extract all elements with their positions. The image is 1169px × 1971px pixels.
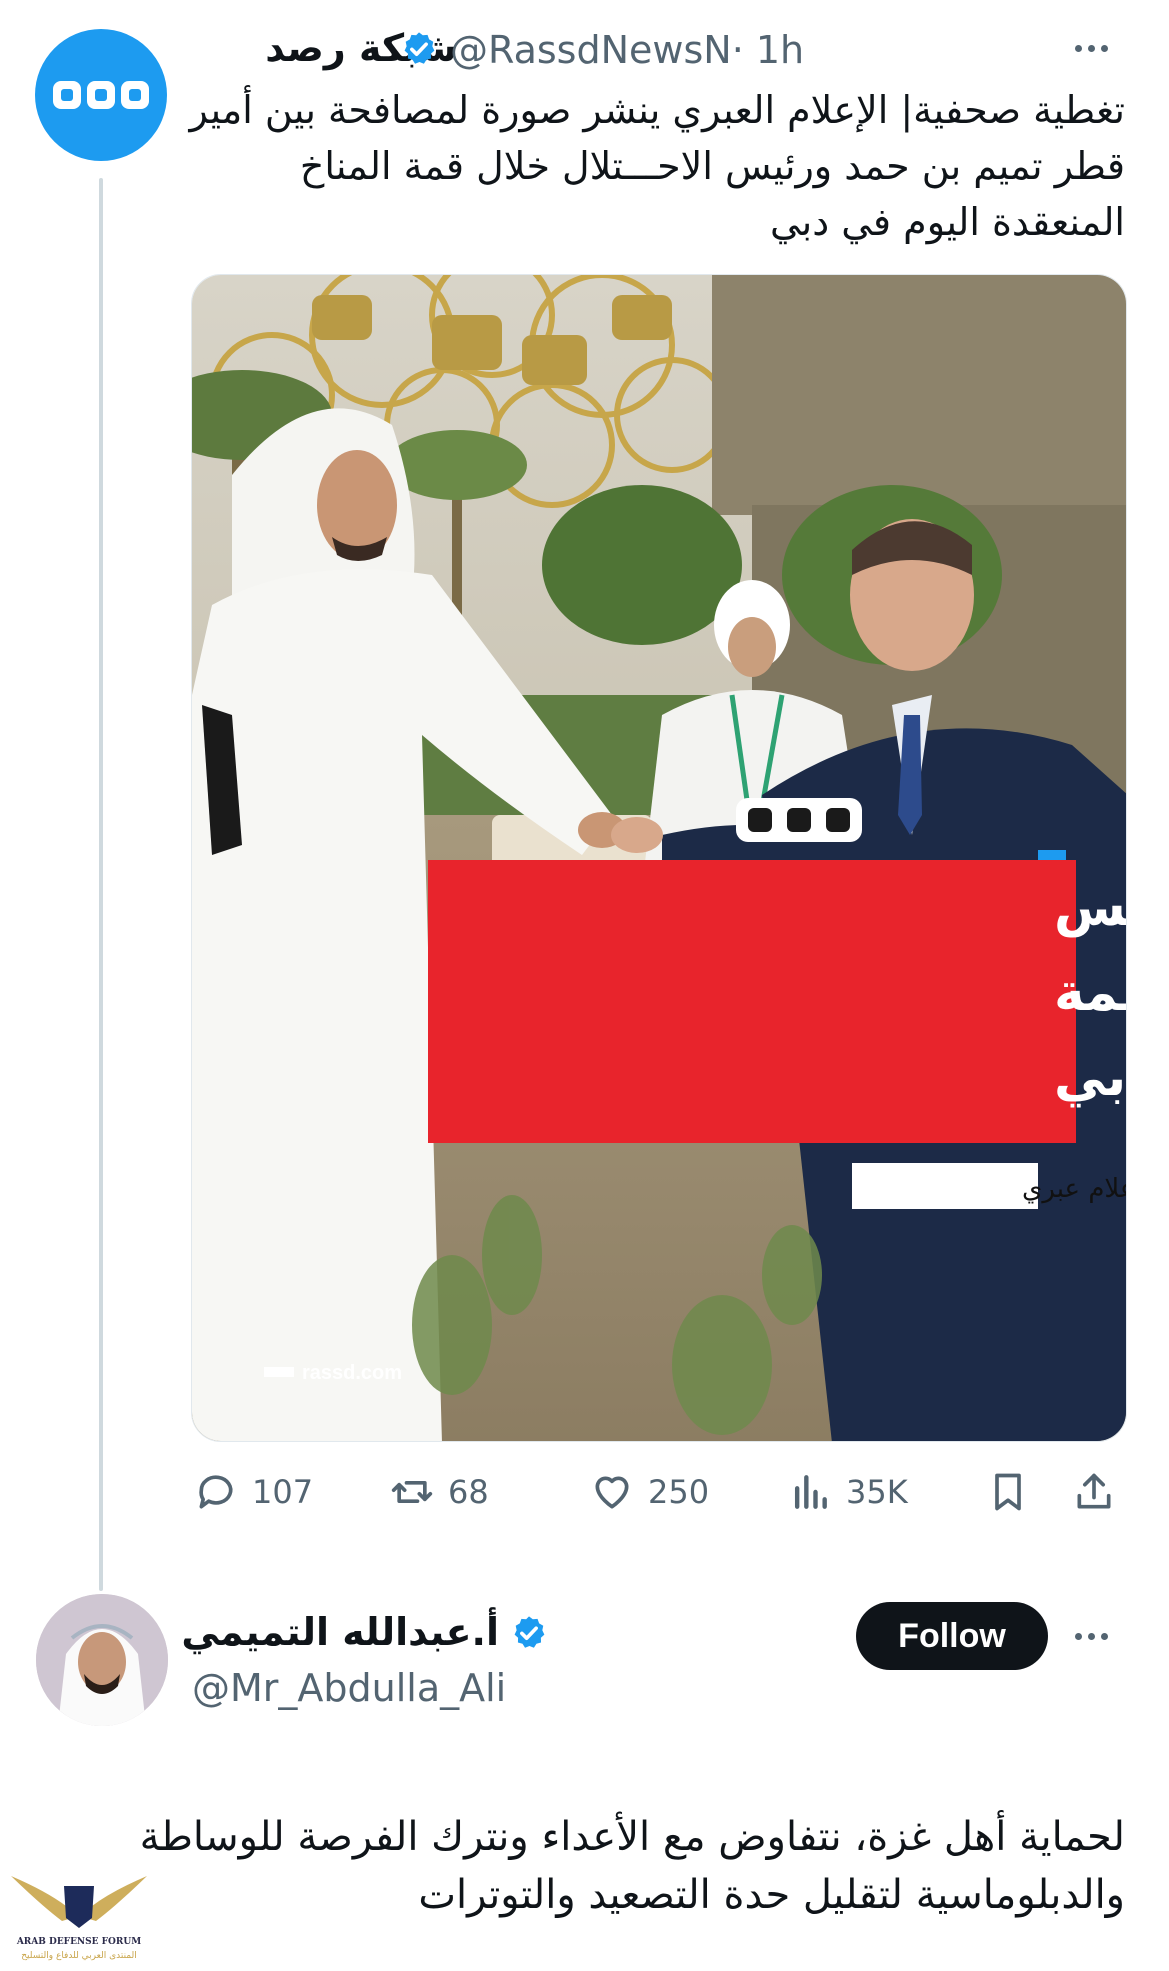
heart-icon xyxy=(595,1476,629,1509)
bookmark-icon xyxy=(995,1473,1021,1511)
like-count: 250 xyxy=(648,1473,710,1511)
tweet-text: تغطية صحفية| الإعلام العبري ينشر صورة لم… xyxy=(189,88,1126,244)
avatar-abdulla[interactable] xyxy=(36,1594,168,1726)
reply-text: لحماية أهل غزة، نتفاوض مع الأعداء ونترك … xyxy=(139,1814,1125,1918)
tweet-action-bar: 107 68 250 35K xyxy=(190,1462,1130,1522)
reply-count: 107 xyxy=(252,1473,314,1511)
headline-banner xyxy=(428,860,1076,1143)
headline-line-3: المناخ في دبي xyxy=(1054,1048,1127,1108)
repost-icon xyxy=(391,1481,433,1503)
rassd-logo-icon xyxy=(53,81,149,109)
tweet-time: · 1h xyxy=(731,28,805,72)
handle-text: @RassdNewsN xyxy=(450,28,732,72)
source-tag: إعلام عبري xyxy=(1022,1174,1127,1204)
building-wall xyxy=(712,275,1126,515)
follow-button[interactable]: Follow xyxy=(856,1602,1048,1670)
verified-badge-icon-reply xyxy=(514,1616,545,1648)
repost-count: 68 xyxy=(448,1473,489,1511)
like-button[interactable]: 250 xyxy=(590,1462,709,1522)
views-chart-icon xyxy=(794,1475,827,1509)
headline-line-2: الاحـتـلال خلال قـمة xyxy=(1054,963,1127,1023)
more-options-icon[interactable] xyxy=(1075,45,1108,52)
more-options-icon-reply[interactable] xyxy=(1075,1633,1108,1640)
views-count: 35K xyxy=(846,1473,908,1511)
reply-handle[interactable]: @Mr_Abdulla_Ali xyxy=(192,1662,506,1714)
share-icon xyxy=(1077,1473,1111,1509)
watermark-line-2: المنتدى العربي للدفاع والتسليح xyxy=(21,1951,136,1961)
headline-line-1: أمير قطر يصافح رئيـس xyxy=(1054,873,1127,938)
avatar-rassd[interactable] xyxy=(35,29,167,161)
site-watermark: rassd.com xyxy=(302,1362,402,1384)
reply-button[interactable]: 107 xyxy=(194,1462,313,1522)
verified-badge-icon xyxy=(404,32,435,64)
source-tag-box xyxy=(852,1163,1038,1209)
forum-watermark-logo: ARAB DEFENSE FORUM المنتدى العربي للدفاع… xyxy=(6,1846,152,1966)
thread-connector-line xyxy=(99,178,103,1591)
repost-button[interactable]: 68 xyxy=(390,1462,489,1522)
bookmark-button[interactable] xyxy=(986,1462,1030,1522)
tweet-media-image[interactable]: أمير قطر يصافح رئيـس الاحـتـلال خلال قـم… xyxy=(191,274,1127,1442)
reply-icon xyxy=(199,1475,233,1509)
share-button[interactable] xyxy=(1072,1462,1116,1522)
reply-author-name[interactable]: أ.عبدالله التميمي xyxy=(181,1606,499,1658)
watermark-line-1: ARAB DEFENSE FORUM xyxy=(16,1937,141,1947)
views-button[interactable]: 35K xyxy=(788,1462,908,1522)
tweet-handle[interactable]: @RassdNewsN· 1h xyxy=(450,24,804,76)
